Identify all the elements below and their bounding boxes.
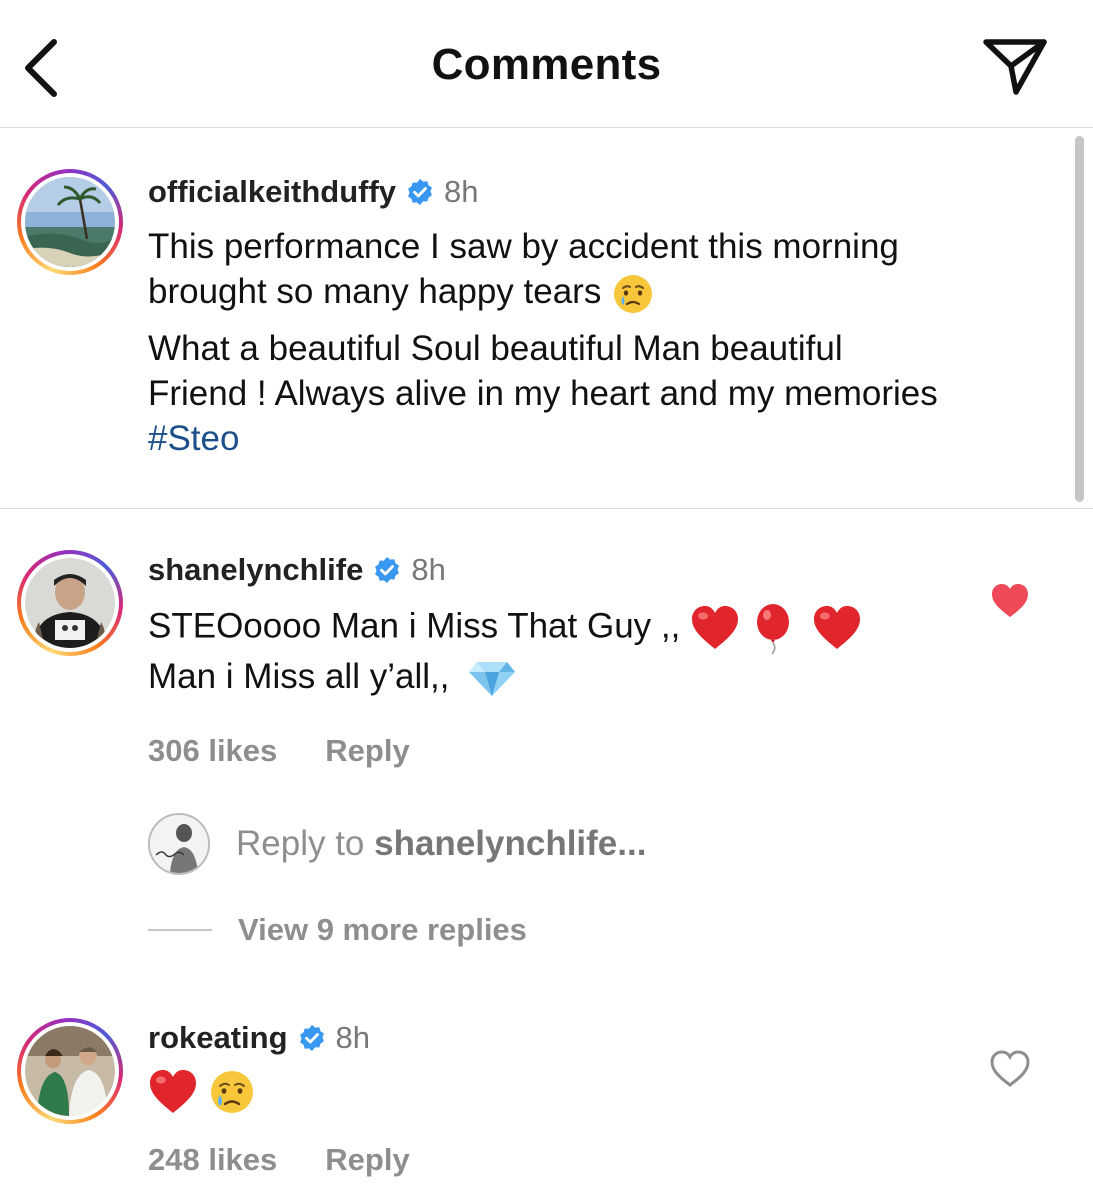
current-user-avatar bbox=[148, 813, 210, 875]
verified-badge-icon bbox=[299, 1025, 324, 1051]
caption-line-with-emoji: brought so many happy tears bbox=[148, 269, 1053, 316]
red-heart-emoji-icon bbox=[813, 606, 860, 649]
avatar-rokeating[interactable] bbox=[17, 1018, 123, 1124]
divider-line bbox=[148, 929, 212, 931]
comment-line-with-emoji: STEOoooo Man i Miss That Guy ,, bbox=[148, 602, 1053, 654]
verified-badge-icon bbox=[375, 557, 400, 583]
share-button[interactable] bbox=[982, 36, 1048, 98]
caption-line: Friend ! Always alive in my heart and my… bbox=[148, 373, 938, 413]
gem-stone-emoji-icon bbox=[469, 661, 516, 696]
username[interactable]: rokeating bbox=[148, 1020, 288, 1056]
reply-target: shanelynchlife... bbox=[374, 824, 647, 863]
reply-placeholder: Reply to shanelynchlife... bbox=[236, 824, 646, 864]
timestamp: 8h bbox=[411, 552, 446, 587]
likes-count[interactable]: 248 likes bbox=[148, 1142, 277, 1178]
paper-plane-icon bbox=[983, 39, 1047, 95]
avatar-shanelynchlife[interactable] bbox=[17, 550, 123, 656]
crying-face-icon bbox=[211, 1071, 254, 1113]
balloon-emoji-icon bbox=[756, 604, 789, 654]
hashtag-link[interactable]: #Steo bbox=[148, 416, 1053, 461]
username[interactable]: shanelynchlife bbox=[148, 552, 363, 588]
comment-body: rokeating 8h 248 likes Reply bbox=[148, 1018, 1053, 1178]
caption-line: This performance I saw by accident this … bbox=[148, 227, 899, 266]
page-title: Comments bbox=[431, 40, 662, 89]
avatar-photo bbox=[25, 177, 115, 267]
comment-line: Man i Miss all y’all,, bbox=[148, 657, 450, 696]
caption-line: brought so many happy tears bbox=[148, 272, 602, 311]
timestamp: 8h bbox=[335, 1020, 371, 1055]
caption-body: officialkeithduffy 8h This performance I… bbox=[148, 172, 1053, 461]
heart-icon[interactable] bbox=[990, 582, 1030, 622]
comment-text: STEOoooo Man i Miss That Guy ,, Man i Mi… bbox=[148, 602, 1053, 699]
reply-prefix: Reply to bbox=[236, 824, 375, 863]
post-caption: officialkeithduffy 8h This performance I… bbox=[0, 129, 1093, 509]
comment-meta: 248 likes Reply bbox=[148, 1142, 1053, 1178]
timestamp: 8h bbox=[444, 174, 479, 209]
red-heart-emoji-icon bbox=[692, 606, 739, 649]
verified-badge-icon bbox=[408, 179, 432, 205]
reply-button[interactable]: Reply bbox=[325, 733, 409, 769]
reply-input[interactable]: Reply to shanelynchlife... bbox=[148, 812, 848, 876]
avatar-officialkeithduffy[interactable] bbox=[17, 169, 123, 275]
crying-face-icon bbox=[614, 274, 653, 313]
red-heart-emoji-icon bbox=[150, 1070, 196, 1113]
likes-count[interactable]: 306 likes bbox=[148, 733, 277, 769]
comment-body: shanelynchlife 8h STEOoooo Man i Miss Th… bbox=[148, 550, 1053, 769]
caption-line: What a beautiful Soul beautiful Man beau… bbox=[148, 328, 843, 368]
heart-outline-icon[interactable] bbox=[990, 1050, 1030, 1090]
username[interactable]: officialkeithduffy bbox=[148, 174, 396, 210]
comment-line: STEOoooo Man i Miss That Guy ,, bbox=[148, 606, 681, 646]
view-more-replies-button[interactable]: View 9 more replies bbox=[148, 912, 527, 948]
comment-meta: 306 likes Reply bbox=[148, 733, 1053, 769]
avatar-photo bbox=[25, 558, 115, 648]
comment-line-with-emoji: Man i Miss all y’all,, bbox=[148, 654, 1053, 699]
caption-text: This performance I saw by accident this … bbox=[148, 224, 1053, 461]
avatar-photo bbox=[25, 1026, 115, 1116]
view-more-label: View 9 more replies bbox=[238, 912, 527, 947]
reply-button[interactable]: Reply bbox=[325, 1142, 409, 1178]
comment-text bbox=[148, 1068, 1053, 1118]
header-bar: Comments bbox=[0, 0, 1093, 128]
